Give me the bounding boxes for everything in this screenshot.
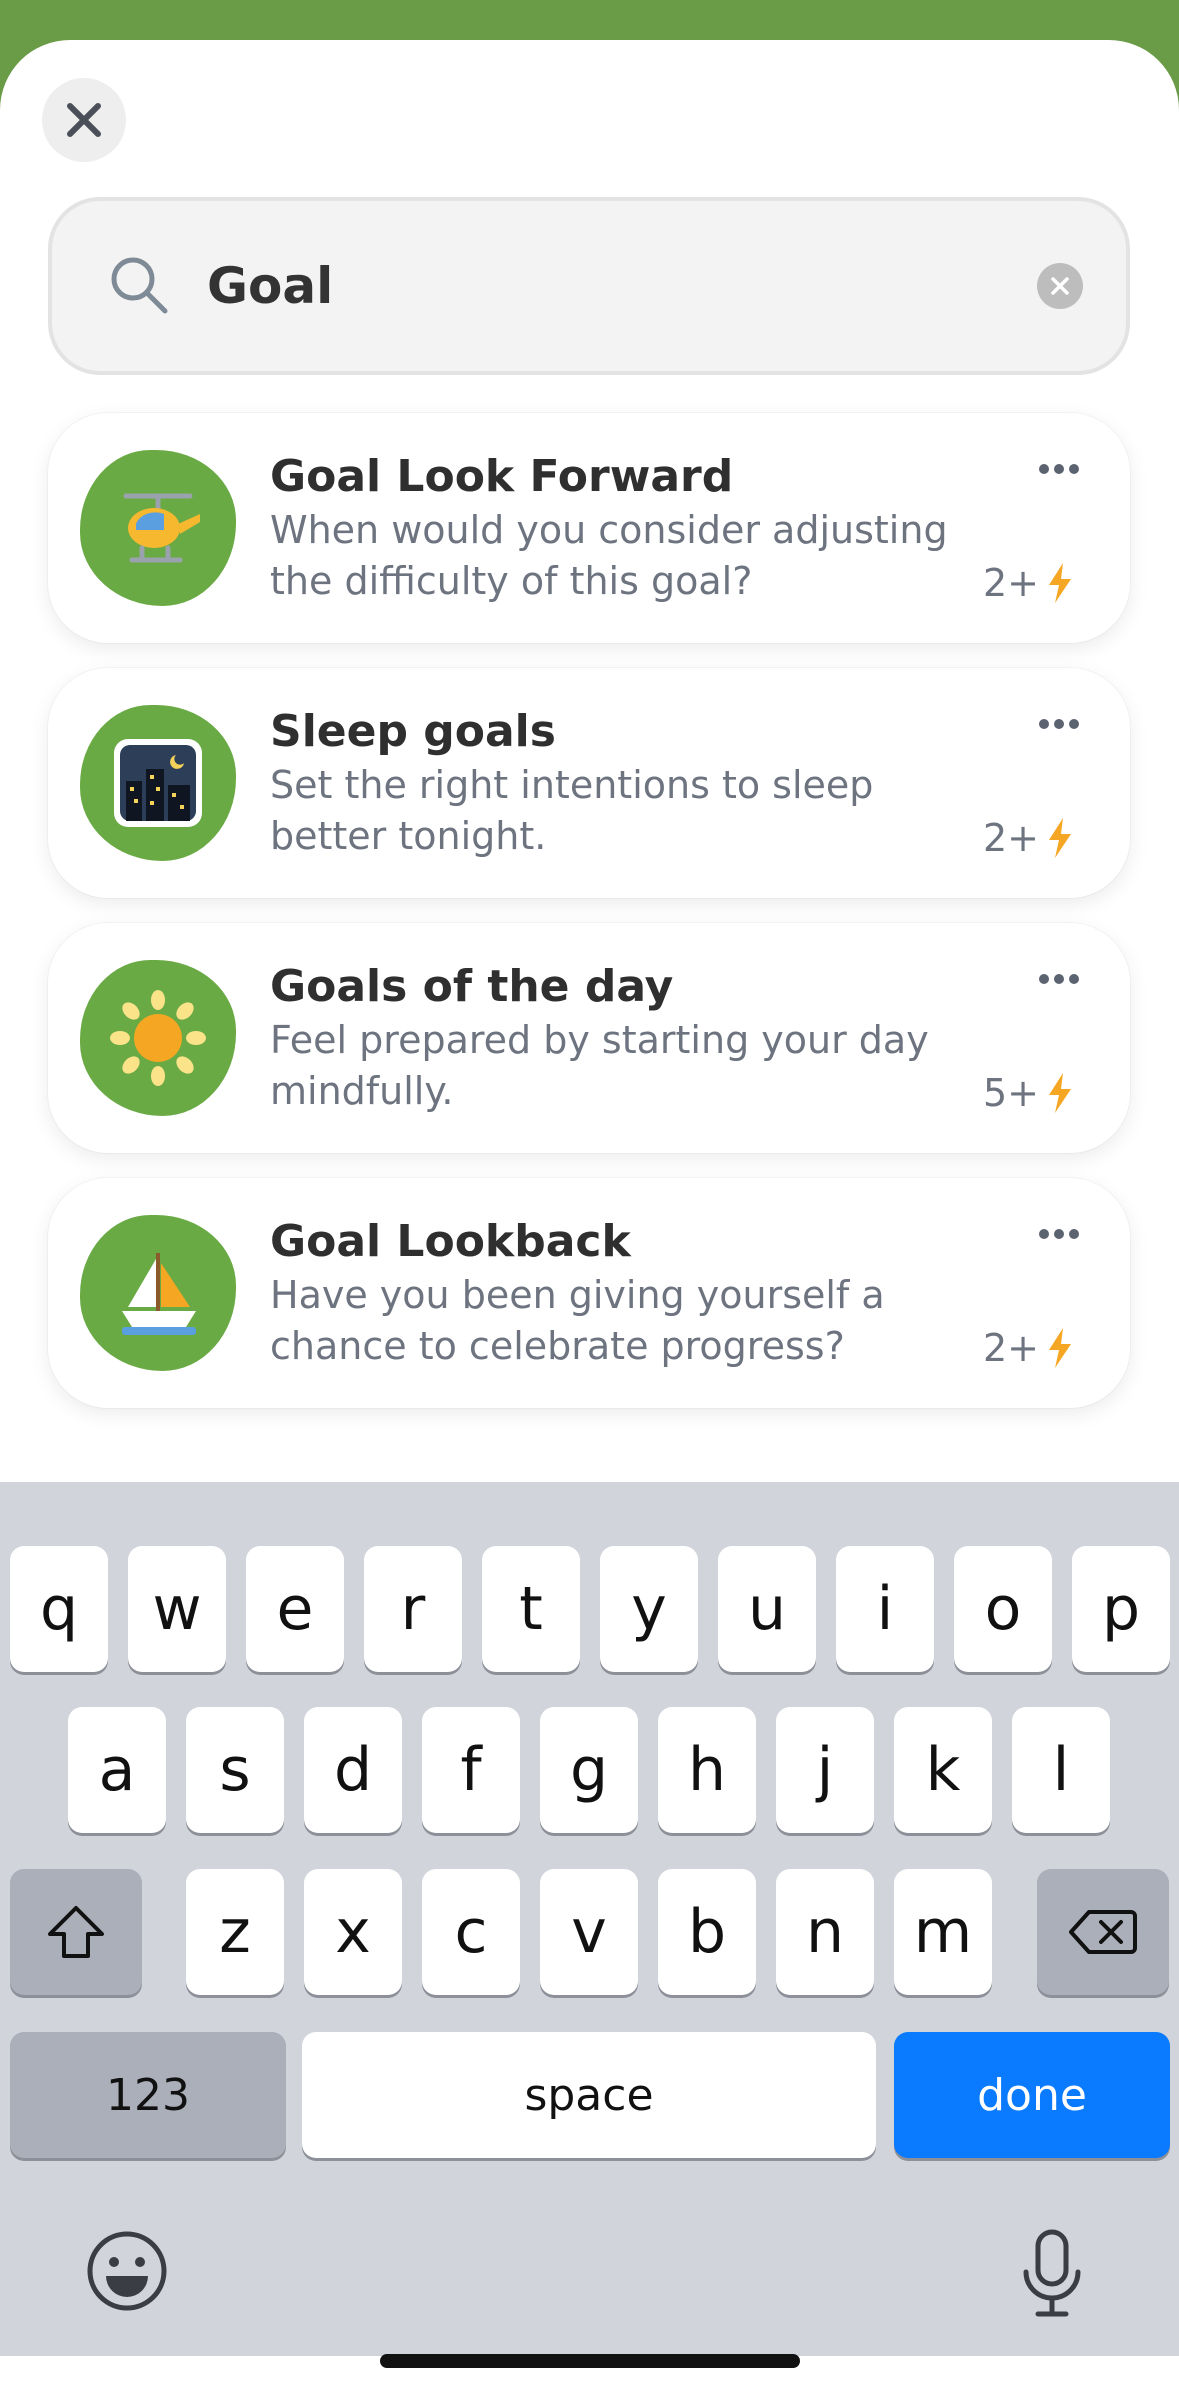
result-title: Sleep goals	[270, 706, 556, 757]
results-list: Goal Look Forward When would you conside…	[48, 413, 1130, 1433]
energy-count: 2+	[983, 561, 1075, 605]
key-d[interactable]: d	[304, 1707, 402, 1833]
energy-count-label: 5+	[983, 1071, 1040, 1115]
key-s[interactable]: s	[186, 1707, 284, 1833]
result-description: Have you been giving yourself a chance t…	[270, 1273, 885, 1368]
more-options-icon[interactable]	[1038, 463, 1080, 475]
shift-key[interactable]	[10, 1869, 142, 1995]
result-title: Goals of the day	[270, 961, 674, 1012]
energy-count-label: 2+	[983, 1326, 1040, 1370]
lightning-bolt-icon	[1049, 563, 1072, 603]
key-j[interactable]: j	[776, 1707, 874, 1833]
more-options-icon[interactable]	[1038, 718, 1080, 730]
key-m[interactable]: m	[894, 1869, 992, 1995]
key-v[interactable]: v	[540, 1869, 638, 1995]
done-key[interactable]: done	[894, 2032, 1170, 2158]
microphone-icon[interactable]	[1018, 2228, 1086, 2318]
result-thumbnail	[80, 1215, 236, 1371]
lightning-bolt-icon	[1049, 818, 1072, 858]
key-z[interactable]: z	[186, 1869, 284, 1995]
energy-count: 2+	[983, 1326, 1075, 1370]
result-title: Goal Lookback	[270, 1216, 631, 1267]
sailboat-icon	[122, 1253, 196, 1335]
key-o[interactable]: o	[954, 1546, 1052, 1672]
result-card[interactable]: Goals of the day Feel prepared by starti…	[48, 923, 1130, 1153]
key-i[interactable]: i	[836, 1546, 934, 1672]
shift-icon	[48, 1906, 104, 1958]
home-indicator	[380, 2354, 800, 2368]
result-description: When would you consider adjusting the di…	[270, 508, 948, 603]
key-e[interactable]: e	[246, 1546, 344, 1672]
key-c[interactable]: c	[422, 1869, 520, 1995]
energy-count: 5+	[983, 1071, 1075, 1115]
space-key[interactable]: space	[302, 2032, 876, 2158]
result-thumbnail	[80, 450, 236, 606]
key-y[interactable]: y	[600, 1546, 698, 1672]
result-thumbnail	[80, 960, 236, 1116]
backspace-icon	[1069, 1910, 1137, 1954]
result-card[interactable]: Goal Look Forward When would you conside…	[48, 413, 1130, 643]
result-description: Feel prepared by starting your day mindf…	[270, 1018, 929, 1113]
key-g[interactable]: g	[540, 1707, 638, 1833]
emoji-icon[interactable]	[86, 2230, 168, 2312]
close-button[interactable]	[42, 78, 126, 162]
result-thumbnail	[80, 705, 236, 861]
key-k[interactable]: k	[894, 1707, 992, 1833]
energy-count-label: 2+	[983, 561, 1040, 605]
key-u[interactable]: u	[718, 1546, 816, 1672]
energy-count-label: 2+	[983, 816, 1040, 860]
search-icon	[111, 257, 168, 314]
clear-search-button[interactable]	[1037, 263, 1083, 309]
result-description: Set the right intentions to sleep better…	[270, 763, 874, 858]
key-q[interactable]: q	[10, 1546, 108, 1672]
result-card[interactable]: Sleep goals Set the right intentions to …	[48, 668, 1130, 898]
key-a[interactable]: a	[68, 1707, 166, 1833]
key-w[interactable]: w	[128, 1546, 226, 1672]
result-card[interactable]: Goal Lookback Have you been giving yours…	[48, 1178, 1130, 1408]
key-t[interactable]: t	[482, 1546, 580, 1672]
numbers-key[interactable]: 123	[10, 2032, 286, 2158]
clear-icon	[1051, 277, 1069, 295]
key-h[interactable]: h	[658, 1707, 756, 1833]
key-p[interactable]: p	[1072, 1546, 1170, 1672]
key-l[interactable]: l	[1012, 1707, 1110, 1833]
close-icon	[67, 103, 101, 137]
night-city-icon	[114, 739, 202, 827]
search-input[interactable]	[207, 241, 1047, 331]
key-f[interactable]: f	[422, 1707, 520, 1833]
key-x[interactable]: x	[304, 1869, 402, 1995]
lightning-bolt-icon	[1049, 1328, 1072, 1368]
energy-count: 2+	[983, 816, 1075, 860]
key-b[interactable]: b	[658, 1869, 756, 1995]
search-bar[interactable]	[48, 197, 1130, 375]
backspace-key[interactable]	[1037, 1869, 1169, 1995]
result-title: Goal Look Forward	[270, 451, 734, 502]
key-n[interactable]: n	[776, 1869, 874, 1995]
more-options-icon[interactable]	[1038, 973, 1080, 985]
sun-icon	[110, 990, 206, 1086]
lightning-bolt-icon	[1049, 1073, 1072, 1113]
key-r[interactable]: r	[364, 1546, 462, 1672]
on-screen-keyboard: q w e r t y u i o p a s d f g h j k l z …	[0, 1482, 1179, 2356]
more-options-icon[interactable]	[1038, 1228, 1080, 1240]
helicopter-icon	[123, 493, 200, 563]
